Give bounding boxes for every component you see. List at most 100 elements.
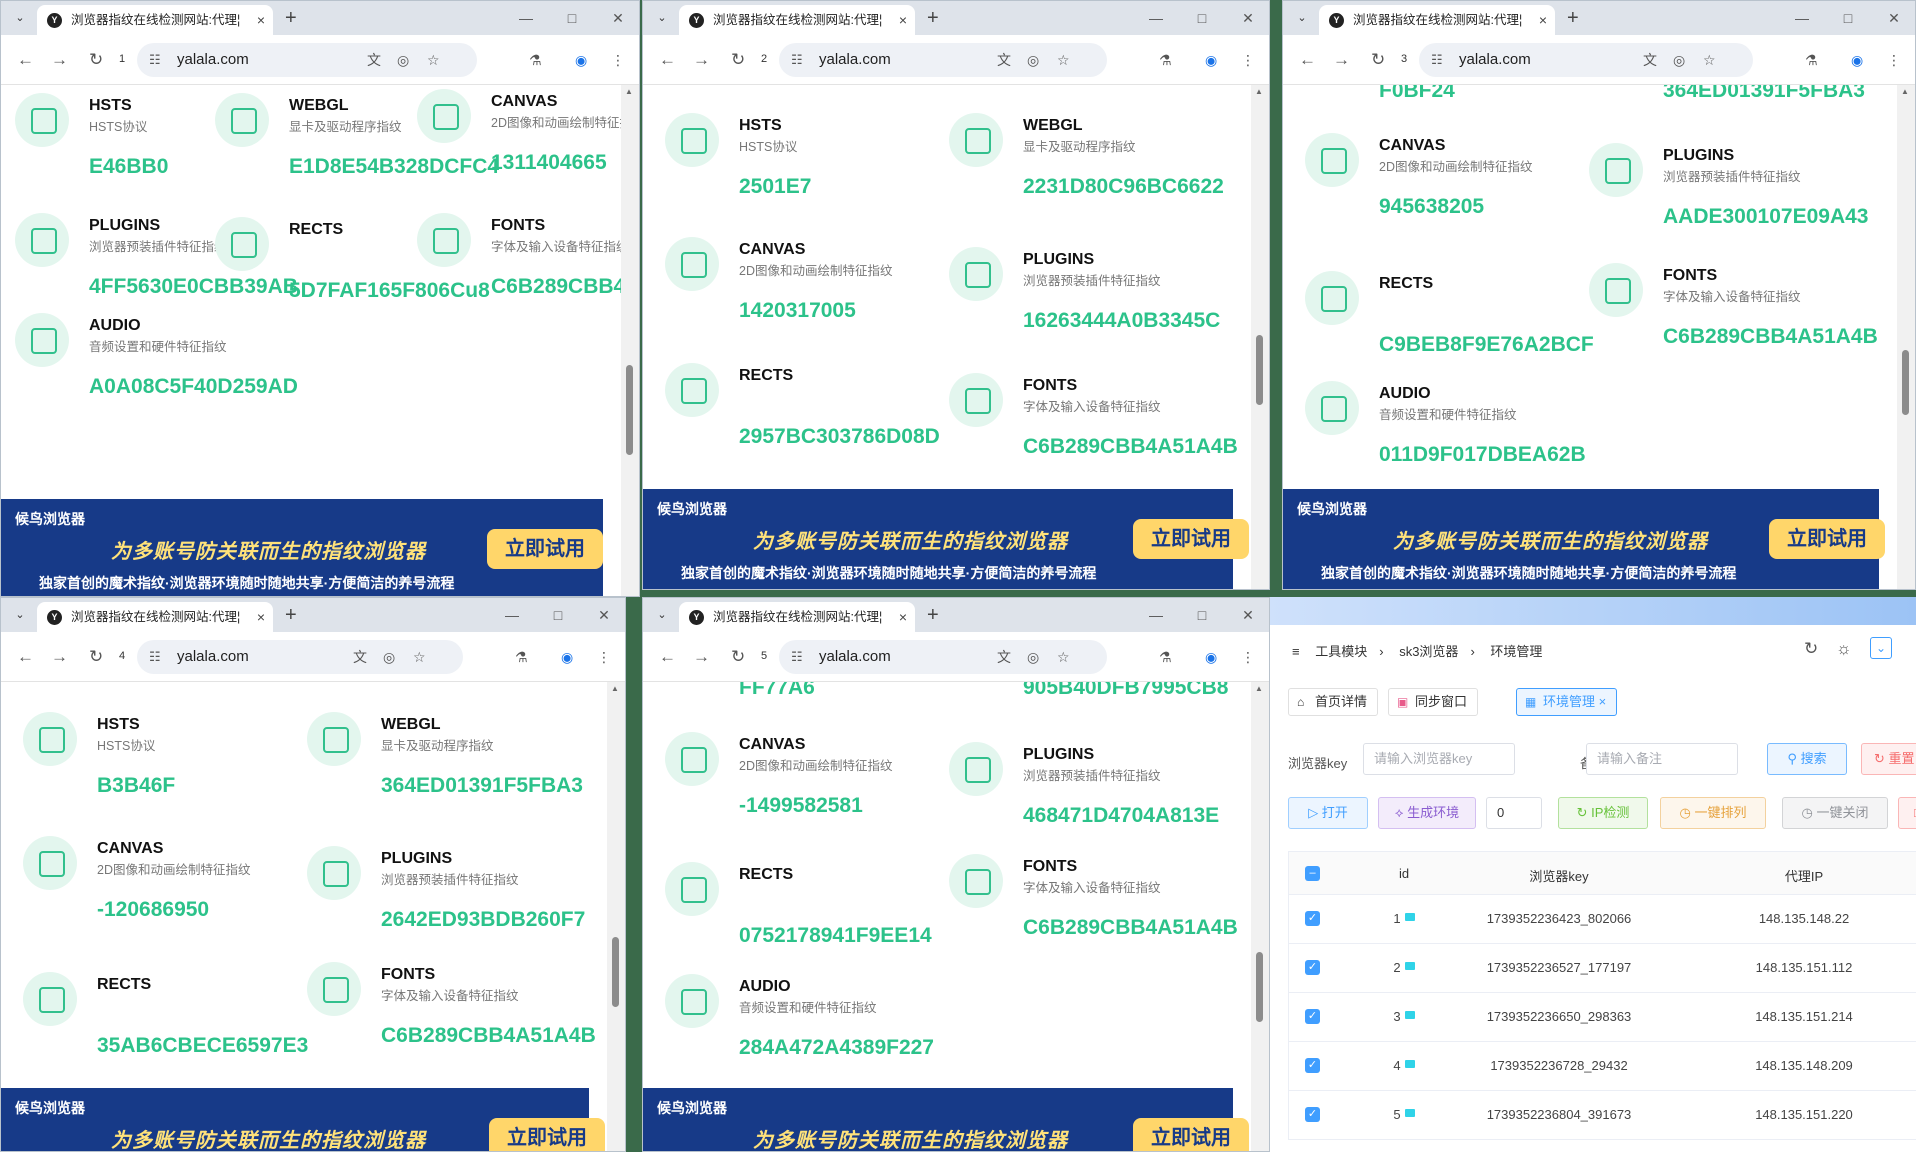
promo-banner[interactable]: 候鸟浏览器为多账号防关联而生的指纹浏览器独家首创的魔术指纹·浏览器环境随时随地共… [1, 1088, 605, 1151]
ip-check-button[interactable]: ↻ IP检测 [1558, 797, 1648, 829]
table-row[interactable]: ✓ 5 1739352236804_391673 148.135.151.220 [1288, 1091, 1916, 1140]
labs-flask-icon[interactable]: ⚗ [1159, 648, 1172, 666]
reload-button[interactable]: ↻ [1371, 48, 1385, 72]
table-row[interactable]: ✓ 2 1739352236527_177197 148.135.151.112 [1288, 944, 1916, 993]
row-checkbox[interactable]: ✓ [1305, 960, 1320, 975]
promo-banner[interactable]: 候鸟浏览器为多账号防关联而生的指纹浏览器独家首创的魔术指纹·浏览器环境随时随地共… [1283, 489, 1885, 589]
tab-close-icon[interactable]: × [899, 602, 907, 632]
bookmark-star-icon[interactable]: ☆ [1057, 51, 1070, 69]
row-checkbox[interactable]: ✓ [1305, 1058, 1320, 1073]
close-all-button[interactable]: ◷ 一键关闭 [1782, 797, 1888, 829]
scroll-up-arrow[interactable]: ▲ [1255, 87, 1263, 96]
forward-button[interactable]: → [51, 48, 68, 72]
address-bar[interactable]: ☷ yalala.com [137, 43, 477, 77]
collapse-icon[interactable]: ⌄ [1870, 637, 1892, 659]
maximize-button[interactable]: □ [1179, 1, 1225, 35]
translate-icon[interactable]: 文 [353, 648, 367, 666]
try-now-button[interactable]: 立即试用 [1133, 1118, 1249, 1151]
new-tab-button[interactable]: + [927, 602, 939, 628]
back-button[interactable]: ← [659, 645, 676, 669]
close-window-button[interactable]: ✕ [581, 598, 625, 632]
maximize-button[interactable]: □ [1179, 598, 1225, 632]
tag-close-icon[interactable]: × [1599, 694, 1607, 709]
site-info-icon[interactable]: ☷ [149, 43, 161, 77]
new-tab-button[interactable]: + [927, 5, 939, 31]
tab-close-icon[interactable]: × [257, 602, 265, 632]
vertical-scrollbar[interactable]: ▲ [1897, 85, 1915, 589]
browser-tab[interactable]: Y 浏览器指纹在线检测网站:代理¦ × [679, 602, 915, 632]
site-info-icon[interactable]: ☷ [791, 640, 803, 674]
vertical-scrollbar[interactable]: ▲ [607, 682, 625, 1151]
eye-off-icon[interactable]: ◎ [1027, 648, 1039, 666]
forward-button[interactable]: → [693, 48, 710, 72]
minimize-button[interactable]: — [1779, 1, 1825, 35]
close-window-button[interactable]: ✕ [1225, 598, 1269, 632]
profile-avatar-icon[interactable]: ◉ [561, 648, 573, 666]
back-button[interactable]: ← [1299, 48, 1316, 72]
try-now-button[interactable]: 立即试用 [487, 529, 603, 569]
labs-flask-icon[interactable]: ⚗ [1159, 51, 1172, 69]
theme-toggle-icon[interactable]: ☼ [1836, 639, 1852, 659]
scrollbar-thumb[interactable] [1902, 350, 1909, 415]
site-info-icon[interactable]: ☷ [149, 640, 161, 674]
open-button[interactable]: ▷ 打开 [1288, 797, 1368, 829]
table-row[interactable]: ✓ 4 1739352236728_29432 148.135.148.209 [1288, 1042, 1916, 1091]
promo-banner[interactable]: 候鸟浏览器为多账号防关联而生的指纹浏览器独家首创的魔术指纹·浏览器环境随时随地共… [1, 499, 603, 596]
menu-kebab-icon[interactable]: ⋮ [611, 51, 625, 69]
refresh-icon[interactable]: ↻ [1804, 639, 1818, 659]
tab-close-icon[interactable]: × [1539, 5, 1547, 35]
profile-avatar-icon[interactable]: ◉ [575, 51, 587, 69]
vertical-scrollbar[interactable]: ▲ [621, 85, 639, 596]
scroll-up-arrow[interactable]: ▲ [625, 87, 633, 96]
scroll-up-arrow[interactable]: ▲ [1255, 684, 1263, 693]
tab-close-icon[interactable]: × [257, 5, 265, 35]
translate-icon[interactable]: 文 [367, 51, 381, 69]
new-tab-button[interactable]: + [1567, 5, 1579, 31]
site-info-icon[interactable]: ☷ [791, 43, 803, 77]
row-checkbox[interactable]: ✓ [1305, 911, 1320, 926]
browser-tab[interactable]: Y 浏览器指纹在线检测网站:代理¦ × [679, 5, 915, 35]
forward-button[interactable]: → [1333, 48, 1350, 72]
tab-search-icon[interactable]: ⌄ [653, 606, 671, 624]
generate-env-button[interactable]: ⟡ 生成环境 [1378, 797, 1476, 829]
tab-close-icon[interactable]: × [899, 5, 907, 35]
browser-key-input[interactable]: 请输入浏览器key [1363, 743, 1515, 775]
vertical-scrollbar[interactable]: ▲ [1251, 85, 1269, 589]
reload-button[interactable]: ↻ [731, 645, 745, 669]
bookmark-star-icon[interactable]: ☆ [1703, 51, 1716, 69]
new-tab-button[interactable]: + [285, 602, 297, 628]
eye-off-icon[interactable]: ◎ [1673, 51, 1685, 69]
row-checkbox[interactable]: ✓ [1305, 1009, 1320, 1024]
note-input[interactable]: 请输入备注 [1586, 743, 1738, 775]
close-window-button[interactable]: ✕ [595, 1, 639, 35]
scrollbar-thumb[interactable] [1256, 335, 1263, 405]
forward-button[interactable]: → [51, 645, 68, 669]
profile-avatar-icon[interactable]: ◉ [1851, 51, 1863, 69]
promo-banner[interactable]: 候鸟浏览器为多账号防关联而生的指纹浏览器独家首创的魔术指纹·浏览器环境随时随地共… [643, 1088, 1249, 1151]
reload-button[interactable]: ↻ [89, 48, 103, 72]
scroll-up-arrow[interactable]: ▲ [611, 684, 619, 693]
site-info-icon[interactable]: ☷ [1431, 43, 1443, 77]
browser-tab[interactable]: Y 浏览器指纹在线检测网站:代理¦ × [1319, 5, 1555, 35]
menu-kebab-icon[interactable]: ⋮ [1887, 51, 1901, 69]
maximize-button[interactable]: □ [535, 598, 581, 632]
scrollbar-thumb[interactable] [626, 365, 633, 455]
tag-env-manage[interactable]: ▦ 环境管理 × [1516, 688, 1618, 716]
try-now-button[interactable]: 立即试用 [489, 1118, 605, 1151]
new-tab-button[interactable]: + [285, 5, 297, 31]
tab-search-icon[interactable]: ⌄ [653, 9, 671, 27]
reload-button[interactable]: ↻ [731, 48, 745, 72]
try-now-button[interactable]: 立即试用 [1133, 519, 1249, 559]
back-button[interactable]: ← [17, 645, 34, 669]
search-button[interactable]: ⚲ 搜索 [1767, 743, 1847, 775]
bookmark-star-icon[interactable]: ☆ [1057, 648, 1070, 666]
tag-sync-window[interactable]: ▣ 同步窗口 [1388, 688, 1479, 716]
try-now-button[interactable]: 立即试用 [1769, 519, 1885, 559]
translate-icon[interactable]: 文 [997, 648, 1011, 666]
tab-search-icon[interactable]: ⌄ [11, 9, 29, 27]
scrollbar-thumb[interactable] [1256, 952, 1263, 1022]
table-row[interactable]: ✓ 3 1739352236650_298363 148.135.151.214 [1288, 993, 1916, 1042]
row-checkbox[interactable]: ✓ [1305, 1107, 1320, 1122]
count-input[interactable]: 0 [1486, 797, 1542, 829]
eye-off-icon[interactable]: ◎ [383, 648, 395, 666]
